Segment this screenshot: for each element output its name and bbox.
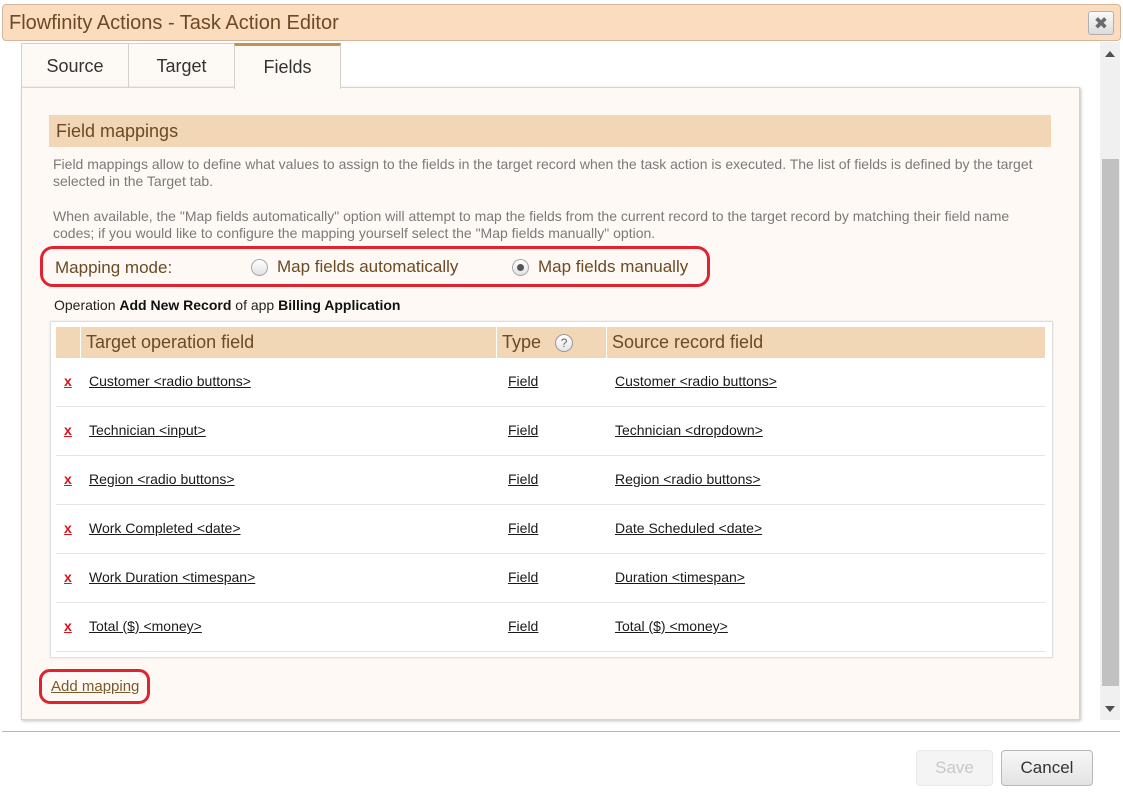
- type-link[interactable]: Field: [508, 373, 538, 389]
- operation-middle: of app: [235, 297, 275, 313]
- tab-fields[interactable]: Fields: [234, 43, 341, 89]
- table-row: x Work Completed <date> Field Date Sched…: [56, 505, 1045, 554]
- table-row: x Total ($) <money> Field Total ($) <mon…: [56, 603, 1045, 652]
- header-source-field: Source record field: [606, 327, 1045, 358]
- vertical-scrollbar[interactable]: [1100, 42, 1120, 720]
- source-field-link[interactable]: Duration <timespan>: [615, 569, 745, 585]
- delete-mapping-link[interactable]: x: [64, 618, 72, 634]
- type-link[interactable]: Field: [508, 569, 538, 585]
- save-button[interactable]: Save: [916, 750, 993, 786]
- scroll-up-arrow-icon[interactable]: [1105, 51, 1115, 57]
- target-field-link[interactable]: Total ($) <money>: [89, 618, 202, 634]
- delete-mapping-link[interactable]: x: [64, 373, 72, 389]
- table-row: x Region <radio buttons> Field Region <r…: [56, 456, 1045, 505]
- mapping-mode-label: Mapping mode:: [55, 258, 173, 277]
- source-field-link[interactable]: Technician <dropdown>: [615, 422, 763, 438]
- target-field-link[interactable]: Work Duration <timespan>: [89, 569, 255, 585]
- table-body: x Customer <radio buttons> Field Custome…: [56, 358, 1045, 652]
- scrollbar-thumb[interactable]: [1102, 159, 1119, 686]
- app-name: Billing Application: [278, 297, 401, 313]
- target-field-link[interactable]: Customer <radio buttons>: [89, 373, 251, 389]
- source-field-link[interactable]: Total ($) <money>: [615, 618, 728, 634]
- radio-map-manually[interactable]: Map fields manually: [512, 257, 688, 277]
- scroll-down-arrow-icon[interactable]: [1105, 706, 1115, 712]
- source-field-link[interactable]: Customer <radio buttons>: [615, 373, 777, 389]
- type-link[interactable]: Field: [508, 422, 538, 438]
- description-text-2: When available, the "Map fields automati…: [53, 208, 1010, 241]
- radio-label: Map fields automatically: [277, 257, 459, 276]
- cancel-button[interactable]: Cancel: [1001, 750, 1093, 786]
- radio-label: Map fields manually: [538, 257, 689, 276]
- footer-divider: [2, 731, 1120, 732]
- header-spacer: [56, 327, 80, 358]
- radio-button-unchecked[interactable]: [251, 258, 268, 276]
- mappings-table: Target operation field Type ? Source rec…: [50, 321, 1053, 658]
- tab-bar: Source Target Fields: [21, 43, 341, 89]
- source-field-link[interactable]: Region <radio buttons>: [615, 471, 761, 487]
- type-link[interactable]: Field: [508, 471, 538, 487]
- delete-mapping-link[interactable]: x: [64, 471, 72, 487]
- type-link[interactable]: Field: [508, 520, 538, 536]
- type-link[interactable]: Field: [508, 618, 538, 634]
- tab-target[interactable]: Target: [128, 43, 235, 88]
- table-row: x Technician <input> Field Technician <d…: [56, 407, 1045, 456]
- description-text: Field mappings allow to define what valu…: [53, 156, 1033, 189]
- delete-mapping-link[interactable]: x: [64, 520, 72, 536]
- fields-panel: Field mappings Field mappings allow to d…: [21, 87, 1080, 720]
- tab-source[interactable]: Source: [21, 43, 129, 88]
- table-row: x Work Duration <timespan> Field Duratio…: [56, 554, 1045, 603]
- close-icon: ✖: [1093, 13, 1109, 33]
- source-field-link[interactable]: Date Scheduled <date>: [615, 520, 762, 536]
- question-icon[interactable]: ?: [555, 333, 574, 352]
- section-header: Field mappings: [49, 115, 1051, 147]
- radio-button-checked[interactable]: [512, 258, 529, 276]
- header-type-label: Type: [502, 332, 542, 352]
- target-field-link[interactable]: Work Completed <date>: [89, 520, 241, 536]
- close-button[interactable]: ✖: [1088, 11, 1114, 35]
- operation-prefix: Operation: [54, 297, 116, 313]
- target-field-link[interactable]: Technician <input>: [89, 422, 206, 438]
- header-target-field: Target operation field: [80, 327, 496, 358]
- delete-mapping-link[interactable]: x: [64, 422, 72, 438]
- add-mapping-link[interactable]: Add mapping: [51, 678, 139, 695]
- operation-name: Add New Record: [119, 297, 232, 313]
- dialog-titlebar: Flowfinity Actions - Task Action Editor …: [2, 4, 1121, 41]
- header-type: Type ?: [496, 327, 606, 358]
- table-row: x Customer <radio buttons> Field Custome…: [56, 358, 1045, 407]
- delete-mapping-link[interactable]: x: [64, 569, 72, 585]
- operation-info: Operation Add New Record of app Billing …: [54, 297, 400, 313]
- target-field-link[interactable]: Region <radio buttons>: [89, 471, 235, 487]
- table-header: Target operation field Type ? Source rec…: [56, 327, 1045, 358]
- mapping-mode-group: Mapping mode: Map fields automatically M…: [40, 246, 710, 287]
- dialog-title: Flowfinity Actions - Task Action Editor: [9, 12, 339, 34]
- radio-map-automatically[interactable]: Map fields automatically: [251, 257, 458, 277]
- add-mapping-highlight: Add mapping: [39, 669, 150, 704]
